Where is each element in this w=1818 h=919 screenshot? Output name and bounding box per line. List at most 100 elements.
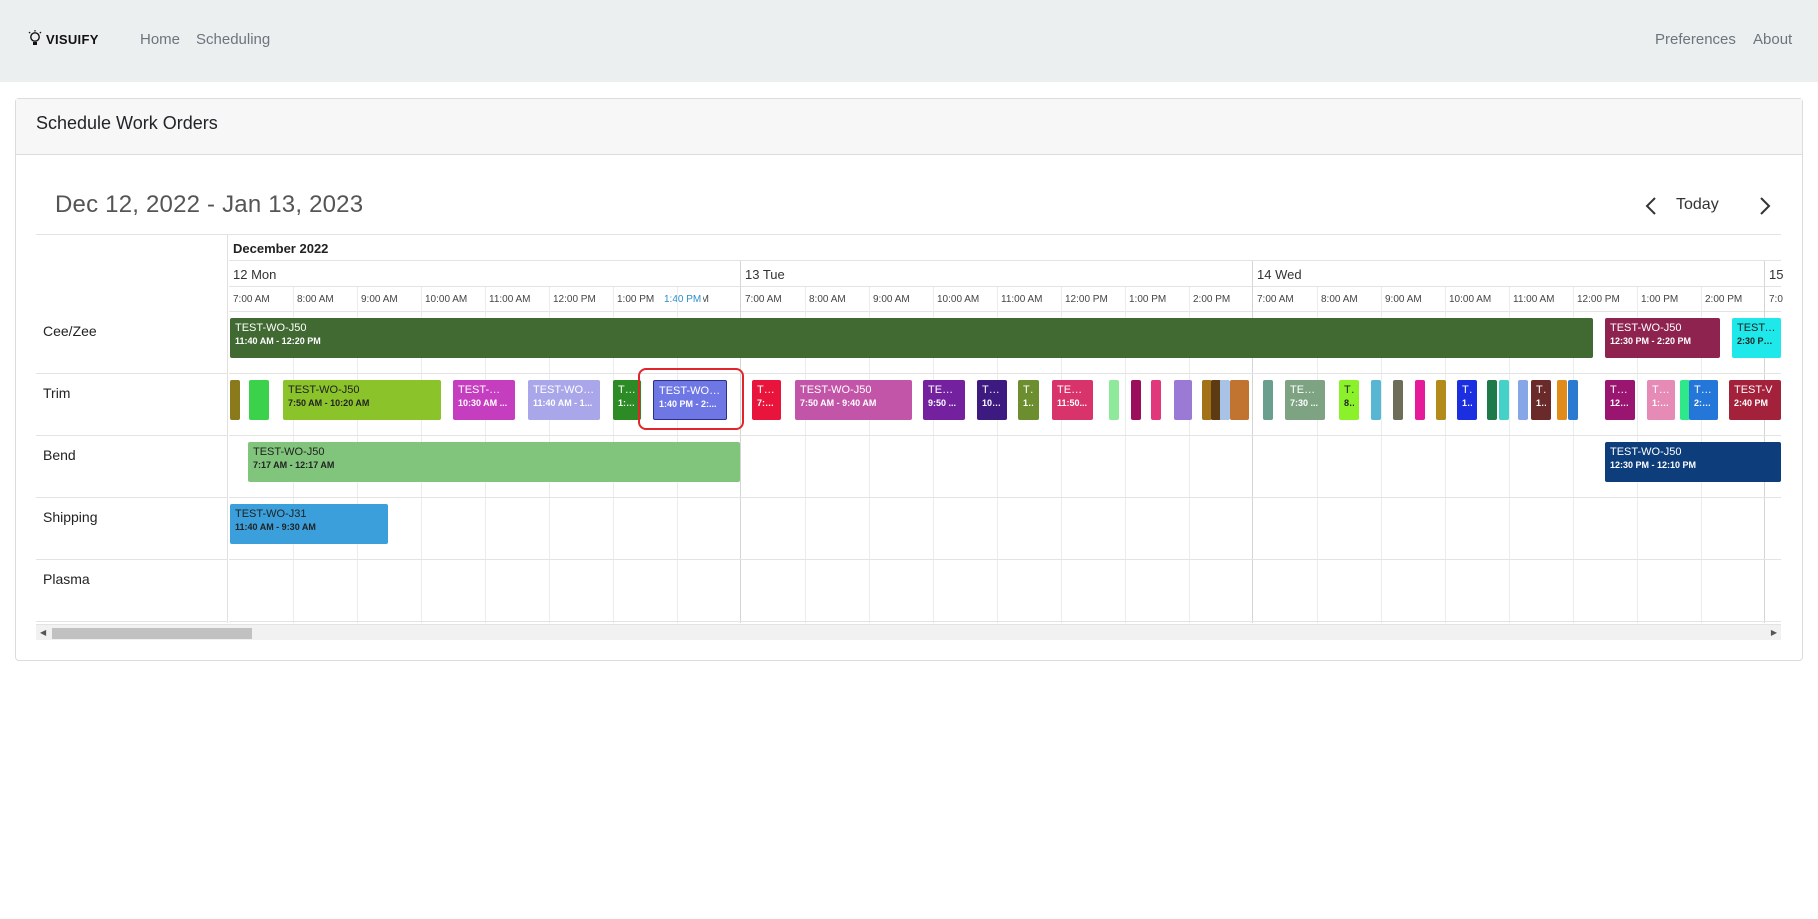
event-block[interactable] — [1518, 380, 1528, 420]
event-time: 7:17 AM - 12:17 AM — [253, 460, 335, 470]
event-block[interactable]: TEST 1:1... — [1647, 380, 1675, 420]
timeline-scheduler: December 2022 12 Mon 13 Tue 14 Wed 15 7:… — [36, 234, 1784, 639]
top-navbar: VISUIFY Home Scheduling Preferences Abou… — [0, 0, 1818, 82]
event-title: TEST-WO-J50 — [800, 384, 872, 396]
event-block[interactable] — [1109, 380, 1119, 420]
event-title: TEST — [1652, 384, 1670, 396]
event-block[interactable]: TEST-V 2:40 PM — [1729, 380, 1781, 420]
day-label: 14 Wed — [1257, 267, 1302, 282]
lane-plasma — [229, 560, 1781, 622]
day-label: 12 Mon — [233, 267, 277, 282]
event-title: TE — [1023, 384, 1034, 396]
today-button[interactable]: Today — [1676, 196, 1719, 214]
chevron-right-icon[interactable] — [1753, 195, 1775, 217]
event-block[interactable]: TE 1... — [1457, 380, 1477, 420]
scrollbar-thumb[interactable] — [52, 628, 252, 639]
event-block[interactable]: TEST-( 11:50... — [1052, 380, 1093, 420]
event-time: 11:40 AM - 12:20 PM — [235, 336, 321, 346]
day-label: 15 — [1769, 267, 1784, 282]
event-title: TEST-WO-J50 — [253, 446, 325, 458]
event-time: 2:40 PM — [1734, 398, 1769, 408]
chevron-left-icon[interactable] — [1641, 195, 1663, 217]
event-block[interactable]: TEST 1:0... — [613, 380, 641, 420]
event-title: TEST — [1694, 384, 1713, 396]
nav-scheduling-link[interactable]: Scheduling — [196, 31, 270, 48]
event-block[interactable]: TEST-( 7:30 ... — [1285, 380, 1325, 420]
day-divider — [1764, 261, 1765, 287]
event-block[interactable]: TEST-WO-J50 12:30 PM - 12:10 PM — [1605, 442, 1781, 482]
event-block[interactable] — [249, 380, 269, 420]
lightbulb-icon — [28, 30, 42, 45]
event-time: 1... — [1023, 398, 1034, 408]
event-block[interactable] — [1568, 380, 1578, 420]
event-block[interactable]: TEST 10:... — [977, 380, 1007, 420]
event-block[interactable] — [1415, 380, 1425, 420]
schedule-card: Schedule Work Orders Dec 12, 2022 - Jan … — [15, 98, 1803, 661]
event-block[interactable] — [1499, 380, 1509, 420]
event-block[interactable] — [230, 380, 240, 420]
event-time: 11:50... — [1057, 398, 1088, 408]
event-block[interactable] — [1436, 380, 1446, 420]
event-time: 7:30 ... — [1290, 398, 1319, 408]
event-block[interactable]: TEST-WO-J31 11:40 AM - 9:30 AM — [230, 504, 388, 544]
event-title: TEST-WO-J50 — [235, 322, 307, 334]
event-block[interactable]: TEST-WO-J50 7:17 AM - 12:17 AM — [248, 442, 740, 482]
lane-trim: TEST-WO-J50 7:50 AM - 10:20 AM TEST-WO- … — [229, 368, 1781, 436]
day-label: 13 Tue — [745, 267, 785, 282]
event-time: 2:0... — [1694, 398, 1713, 408]
event-time: 11:40 AM - 9:30 AM — [235, 522, 316, 532]
resource-name: Plasma — [43, 571, 90, 587]
event-block[interactable]: TEST-WO-J50 7:50 AM - 10:20 AM — [283, 380, 441, 420]
event-block[interactable]: TEST-WO 2:30 PM - — [1732, 318, 1781, 358]
event-title: TEST-WO — [1737, 322, 1776, 334]
event-title: TEST-V — [1734, 384, 1773, 396]
event-block[interactable]: TEST-WO-J50 7:50 AM - 9:40 AM — [795, 380, 912, 420]
event-block[interactable] — [1131, 380, 1141, 420]
day-divider — [740, 261, 741, 287]
event-block[interactable] — [1393, 380, 1403, 420]
event-title: TEST — [757, 384, 776, 396]
event-title: TEST-WO-J5 — [533, 384, 595, 396]
resource-row-plasma: Plasma — [36, 560, 228, 622]
event-block[interactable]: TE 8... — [1339, 380, 1359, 420]
brand-logo[interactable]: VISUIFY — [28, 30, 99, 48]
event-title: TEST-( — [1057, 384, 1088, 396]
event-block[interactable] — [1371, 380, 1381, 420]
event-block[interactable]: TEST-WO-J5 11:40 AM - 1... — [528, 380, 600, 420]
event-block[interactable]: TEST-V 9:50 ... — [923, 380, 965, 420]
lane-shipping: TEST-WO-J31 11:40 AM - 9:30 AM — [229, 498, 1781, 560]
event-block[interactable]: TEST-WO- 10:30 AM ... — [453, 380, 515, 420]
month-header: December 2022 — [229, 235, 1781, 261]
event-block[interactable]: TEST 2:0... — [1689, 380, 1718, 420]
event-block[interactable]: TEST 7:1... — [752, 380, 781, 420]
event-time: 12:30 PM - 2:20 PM — [1610, 336, 1692, 346]
scroll-left-icon[interactable]: ◀ — [40, 628, 46, 637]
event-block[interactable] — [1174, 380, 1192, 420]
event-title: TEST-WO-J31 — [235, 508, 307, 520]
event-block[interactable]: TE 1... — [1531, 380, 1551, 420]
event-block[interactable] — [1151, 380, 1161, 420]
event-block[interactable] — [1230, 380, 1249, 420]
event-title: TEST — [1610, 384, 1630, 396]
event-block[interactable] — [1557, 380, 1567, 420]
event-block[interactable] — [1220, 380, 1230, 420]
event-block[interactable] — [1263, 380, 1273, 420]
card-header: Schedule Work Orders — [16, 99, 1802, 155]
day-divider — [1252, 261, 1253, 287]
event-title: TEST-( — [1290, 384, 1320, 396]
event-block[interactable]: TEST 12:... — [1605, 380, 1635, 420]
event-block[interactable]: TEST-WO-J50 11:40 AM - 12:20 PM — [230, 318, 1593, 358]
event-time: 1:1... — [1652, 398, 1670, 408]
event-block[interactable]: TEST-WO-J50 12:30 PM - 2:20 PM — [1605, 318, 1720, 358]
nav-home-link[interactable]: Home — [140, 31, 180, 48]
resource-row-shipping: Shipping — [36, 498, 228, 560]
nav-about-link[interactable]: About — [1753, 31, 1792, 48]
event-time: 10:30 AM ... — [458, 398, 508, 408]
scroll-right-icon[interactable]: ▶ — [1771, 628, 1777, 637]
horizontal-scrollbar[interactable]: ◀ ▶ — [36, 624, 1781, 640]
event-block[interactable]: TE 1... — [1018, 380, 1039, 420]
day-header: 12 Mon 13 Tue 14 Wed 15 — [229, 261, 1784, 287]
event-time: 9:50 ... — [928, 398, 957, 408]
event-block[interactable] — [1487, 380, 1497, 420]
nav-preferences-link[interactable]: Preferences — [1655, 31, 1736, 48]
